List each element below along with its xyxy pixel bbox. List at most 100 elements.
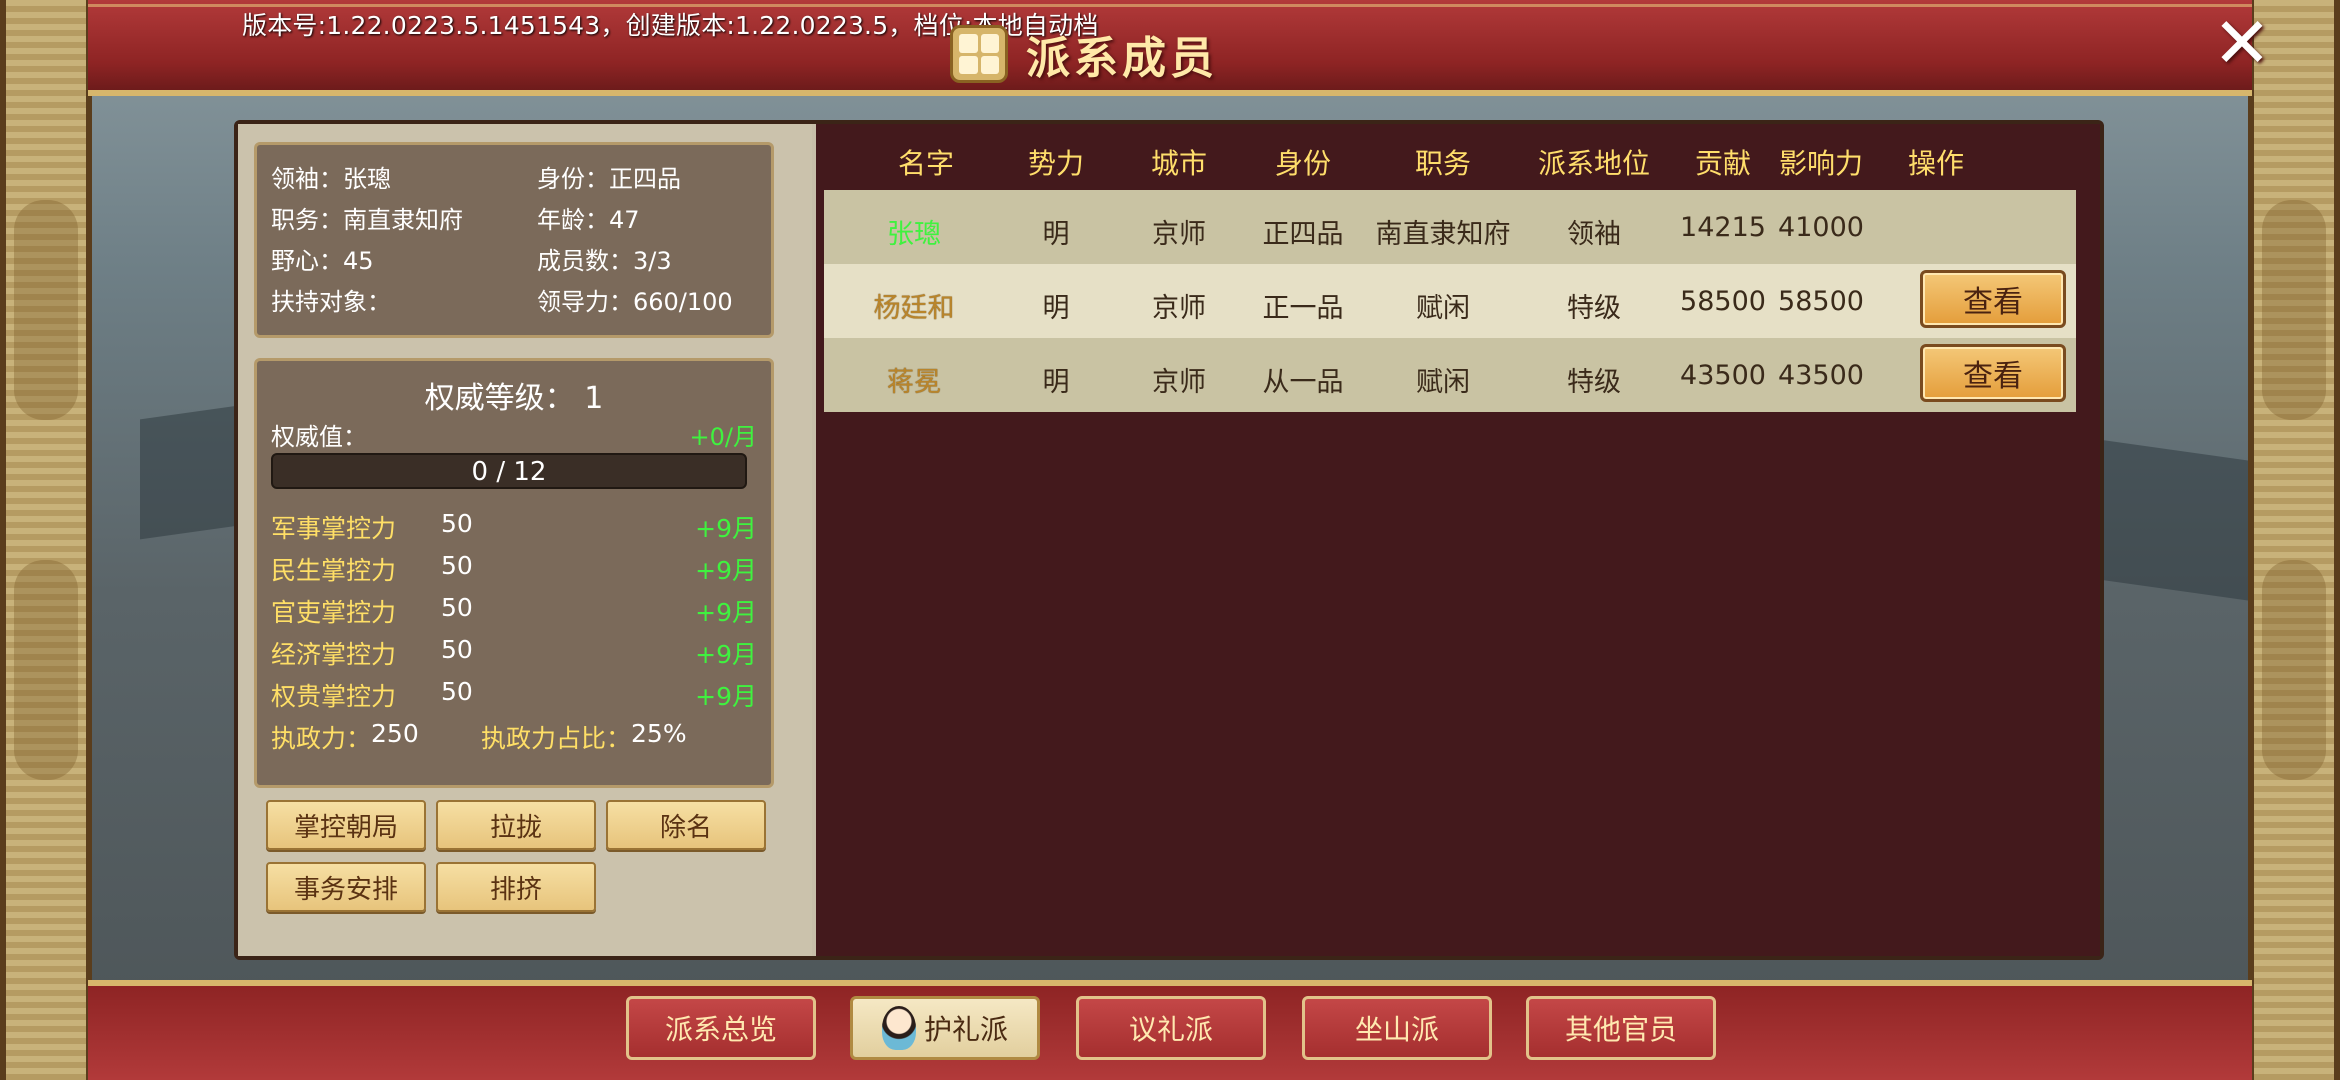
faction-icon	[950, 25, 1008, 83]
support-target: 扶持对象：	[271, 288, 391, 316]
control-row-economy: 经济掌控力 50 +9月	[271, 635, 757, 671]
authority-value-row: 权威值： +0/月	[271, 417, 757, 452]
exclude-button[interactable]: 排挤	[436, 862, 596, 912]
control-name: 民生掌控力	[271, 556, 397, 585]
table-header: 名字 势力 城市 身份 职务 派系地位 贡献 影响力 操作	[816, 134, 2100, 186]
tab-yili-faction[interactable]: 议礼派	[1076, 996, 1266, 1060]
authority-card: 权威等级： 1 权威值： +0/月 0 / 12 军事掌控力 50 +9月 民生…	[254, 358, 774, 788]
leader-age: 年龄：47	[537, 206, 640, 234]
official-avatar-icon	[881, 1006, 916, 1050]
member-count: 成员数：3/3	[537, 247, 672, 275]
member-rank: 正一品	[1262, 293, 1344, 324]
member-name: 蒋冕	[887, 367, 941, 398]
header-contribution: 贡献	[1694, 147, 1751, 180]
member-influence: 41000	[1778, 212, 1864, 243]
recruit-button[interactable]: 拉拢	[436, 800, 596, 850]
header-name: 名字	[897, 147, 954, 180]
member-rank: 正四品	[1262, 219, 1344, 250]
header-action: 操作	[1907, 147, 1964, 180]
control-row-officials: 官吏掌控力 50 +9月	[271, 593, 757, 629]
authority-progress-bar: 0 / 12	[271, 453, 747, 489]
exec-ratio-label: 执政力占比：	[481, 724, 632, 753]
leader-name: 领袖：张璁	[271, 165, 391, 193]
control-name: 军事掌控力	[271, 514, 397, 543]
leader-post: 职务：南直隶知府	[271, 206, 463, 234]
member-post: 南直隶知府	[1375, 219, 1511, 250]
control-value: 50	[441, 635, 473, 664]
member-influence: 43500	[1778, 360, 1864, 391]
header-rank: 身份	[1274, 147, 1331, 180]
authority-progress-text: 0 / 12	[471, 457, 547, 487]
control-row-military: 军事掌控力 50 +9月	[271, 509, 757, 545]
authority-monthly-gain: +0/月	[689, 423, 757, 451]
header-influence: 影响力	[1778, 147, 1863, 180]
control-value: 50	[441, 509, 473, 538]
member-contribution: 58500	[1680, 286, 1766, 317]
control-increase: +9月	[695, 556, 757, 585]
member-rank: 从一品	[1262, 367, 1344, 398]
control-value: 50	[441, 551, 473, 580]
execution-power-row: 执政力： 250 执政力占比： 25%	[271, 719, 757, 755]
control-increase: +9月	[695, 514, 757, 543]
member-post: 赋闲	[1416, 293, 1470, 324]
member-force: 明	[1042, 219, 1070, 250]
leader-rank: 身份：正四品	[537, 165, 681, 193]
tab-zuoshan-faction[interactable]: 坐山派	[1302, 996, 1492, 1060]
expel-button[interactable]: 除名	[606, 800, 766, 850]
dragon-ornament-icon	[14, 560, 78, 780]
arrange-affairs-button[interactable]: 事务安排	[266, 862, 426, 912]
member-status: 特级	[1567, 293, 1621, 324]
faction-members-window: 领袖：张璁 身份：正四品 职务：南直隶知府 年龄：47 野心：45 成员数：3/…	[234, 120, 2104, 960]
control-name: 经济掌控力	[271, 640, 397, 669]
page-title-text: 派系成员	[1026, 33, 1218, 84]
control-row-nobility: 权贵掌控力 50 +9月	[271, 677, 757, 713]
member-city: 京师	[1152, 219, 1206, 250]
leader-ambition: 野心：45	[271, 247, 374, 275]
control-name: 官吏掌控力	[271, 598, 397, 627]
member-status: 特级	[1567, 367, 1621, 398]
tab-other-officials[interactable]: 其他官员	[1526, 996, 1716, 1060]
tab-huli-label: 护礼派	[923, 1013, 1008, 1046]
member-status: 领袖	[1567, 219, 1621, 250]
close-button[interactable]: ✕	[2204, 8, 2280, 78]
member-influence: 58500	[1778, 286, 1864, 317]
control-value: 50	[441, 593, 473, 622]
dragon-ornament-icon	[2262, 560, 2326, 780]
authority-level-value: 1	[584, 381, 604, 416]
member-city: 京师	[1152, 293, 1206, 324]
tab-huli-faction[interactable]: 护礼派	[850, 996, 1040, 1060]
member-post: 赋闲	[1416, 367, 1470, 398]
authority-level: 权威等级： 1	[257, 373, 771, 417]
table-row[interactable]: 张璁 明 京师 正四品 南直隶知府 领袖 14215 41000	[824, 190, 2076, 264]
control-row-livelihood: 民生掌控力 50 +9月	[271, 551, 757, 587]
page-title: 派系成员	[950, 18, 1218, 90]
faction-info-panel: 领袖：张璁 身份：正四品 职务：南直隶知府 年龄：47 野心：45 成员数：3/…	[238, 124, 812, 956]
member-name: 张璁	[887, 219, 941, 250]
control-increase: +9月	[695, 598, 757, 627]
member-contribution: 14215	[1680, 212, 1766, 243]
control-increase: +9月	[695, 640, 757, 669]
header-city: 城市	[1150, 147, 1207, 180]
header-status: 派系地位	[1537, 147, 1650, 180]
view-member-button[interactable]: 查看	[1920, 344, 2066, 402]
member-force: 明	[1042, 293, 1070, 324]
table-row[interactable]: 杨廷和 明 京师 正一品 赋闲 特级 58500 58500 查看	[824, 264, 2076, 338]
authority-level-label: 权威等级：	[424, 381, 575, 416]
table-row[interactable]: 蒋冕 明 京师 从一品 赋闲 特级 43500 43500 查看	[824, 338, 2076, 412]
control-value: 50	[441, 677, 473, 706]
dragon-ornament-icon	[14, 200, 78, 420]
member-name: 杨廷和	[873, 293, 955, 324]
leadership-value: 领导力：660/100	[537, 288, 733, 316]
member-contribution: 43500	[1680, 360, 1766, 391]
member-force: 明	[1042, 367, 1070, 398]
header-post: 职务	[1414, 147, 1471, 180]
dragon-ornament-icon	[2262, 200, 2326, 420]
view-member-button[interactable]: 查看	[1920, 270, 2066, 328]
members-table-panel: 名字 势力 城市 身份 职务 派系地位 贡献 影响力 操作 张璁 明 京师 正四…	[816, 124, 2100, 956]
exec-value: 250	[371, 719, 419, 748]
control-court-button[interactable]: 掌控朝局	[266, 800, 426, 850]
tab-faction-overview[interactable]: 派系总览	[626, 996, 816, 1060]
control-increase: +9月	[695, 682, 757, 711]
authority-value-label: 权威值：	[271, 423, 367, 451]
header-force: 势力	[1027, 147, 1084, 180]
